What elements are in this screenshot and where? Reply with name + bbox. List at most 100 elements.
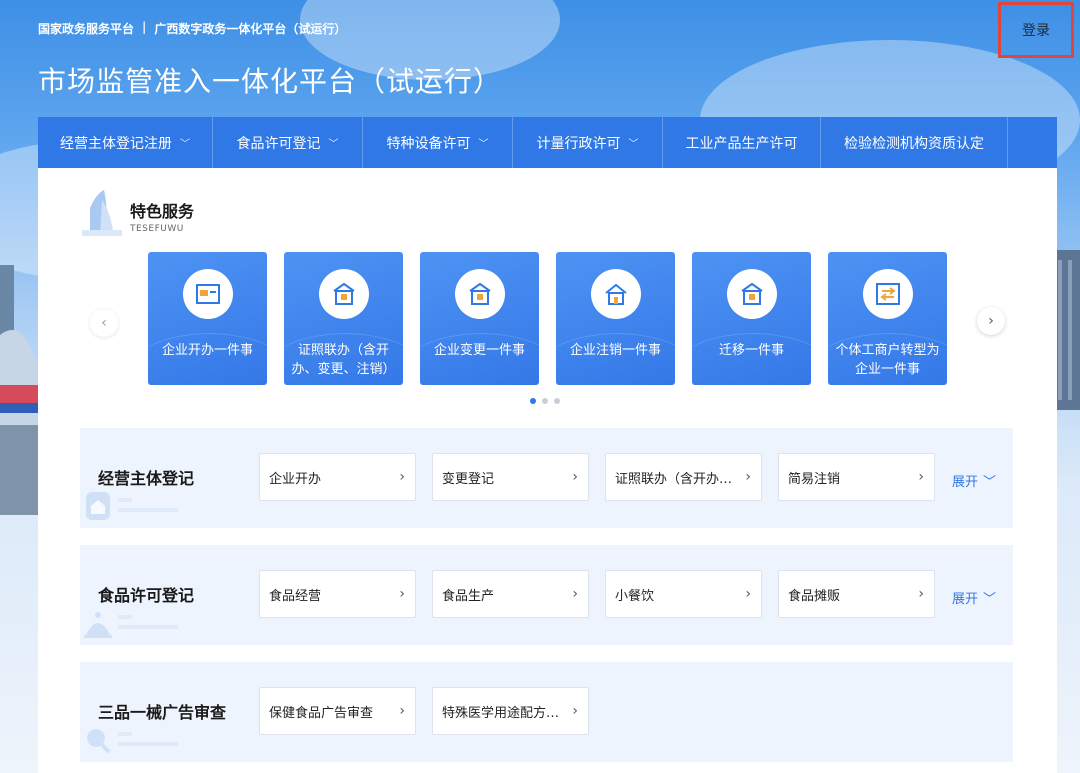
nav-item-label: 经营主体登记注册 [60, 135, 172, 152]
page-title: 市场监管准入一体化平台（试运行） [38, 65, 503, 98]
nav-item-entity-registration[interactable]: 经营主体登记注册 ﹀ [38, 117, 213, 168]
chevron-right-icon: › [399, 586, 405, 602]
item-label: 食品经营 [269, 588, 322, 604]
building-icon [468, 282, 491, 305]
carousel-dot[interactable] [554, 398, 560, 404]
house-icon [86, 492, 178, 520]
category-row-entity-registration: 经营主体登记 企业开办› 变更登记› 证照联办（含开办、变更、注销）› 简易注销… [80, 428, 1013, 528]
expand-label: 展开 [952, 475, 979, 490]
top-links: 国家政务服务平台 | 广西数字政务一体化平台（试运行） [38, 20, 346, 37]
chevron-down-icon: ﹀ [628, 139, 639, 150]
item-label: 食品生产 [442, 588, 495, 604]
featured-cards: 企业开办一件事 证照联办（含开办、变更、注销） 企业变更一件事 企业注销一件事 … [148, 252, 947, 385]
chevron-left-icon: ‹ [101, 315, 107, 331]
nav-item-label: 特种设备许可 [386, 135, 471, 152]
category-title: 三品一械广告审查 [98, 703, 227, 722]
nav-item-inspection-qualification[interactable]: 检验检测机构资质认定 [821, 117, 1008, 168]
expand-button[interactable]: 展开 ﹀ [952, 471, 996, 490]
category-item[interactable]: 证照联办（含开办、变更、注销）› [605, 453, 762, 501]
nav-item-label: 食品许可登记 [236, 135, 321, 152]
category-item[interactable]: 企业开办 › [259, 453, 416, 501]
card-label: 企业变更一件事 [433, 343, 525, 358]
featured-card[interactable]: 企业注销一件事 [556, 252, 675, 385]
category-item[interactable]: 特殊医学用途配方食品广告审查› [432, 687, 589, 735]
category-row-food-license: 食品许可登记 食品经营 › 食品生产 › 小餐饮 › 食品摊贩 › 展开 ﹀ [80, 545, 1013, 645]
category-row-ad-review: 三品一械广告审查 保健食品广告审查› 特殊医学用途配方食品广告审查› [80, 662, 1013, 762]
chevron-right-icon: › [988, 313, 994, 329]
carousel-next-button[interactable]: › [977, 307, 1005, 335]
chevron-down-icon: ﹀ [983, 475, 997, 490]
chevron-down-icon: ﹀ [983, 592, 997, 607]
nav-item-food-license[interactable]: 食品许可登记 ﹀ [213, 117, 363, 168]
featured-section-header: 特色服务 TESEFUWU [82, 186, 194, 236]
chevron-right-icon: › [745, 469, 751, 485]
category-item[interactable]: 保健食品广告审查 › [259, 687, 416, 735]
featured-card[interactable]: 证照联办（含开办、变更、注销） [284, 252, 403, 385]
transfer-icon [875, 283, 900, 305]
carousel-pagination [530, 398, 560, 404]
chevron-right-icon: › [918, 586, 924, 602]
register-icon [195, 284, 220, 304]
nav-item-metrology[interactable]: 计量行政许可 ﹀ [513, 117, 663, 168]
category-item[interactable]: 食品经营 › [259, 570, 416, 618]
featured-subtitle: TESEFUWU [130, 224, 184, 234]
food-cover-icon [84, 612, 178, 638]
nav-item-special-equipment[interactable]: 特种设备许可 ﹀ [363, 117, 513, 168]
national-platform-link[interactable]: 国家政务服务平台 [38, 20, 134, 37]
featured-card[interactable]: 个体工商户转型为企业一件事 [828, 252, 947, 385]
nav-item-label: 检验检测机构资质认定 [844, 135, 984, 152]
card-label: 个体工商户转型为企业一件事 [835, 343, 940, 377]
guangxi-platform-link[interactable]: 广西数字政务一体化平台（试运行） [154, 20, 346, 37]
card-label: 证照联办（含开办、变更、注销） [291, 343, 396, 377]
expand-label: 展开 [952, 592, 979, 607]
featured-card[interactable]: 企业开办一件事 [148, 252, 267, 385]
chevron-right-icon: › [918, 469, 924, 485]
magnifier-icon [87, 729, 178, 754]
city-skyline-left [0, 265, 40, 515]
category-title: 经营主体登记 [98, 469, 195, 488]
chevron-right-icon: › [572, 703, 578, 719]
category-title: 食品许可登记 [98, 586, 195, 605]
chevron-right-icon: › [572, 469, 578, 485]
main-panel: 特色服务 TESEFUWU ‹ › 企业开办一件事 证照联办（含开办、变更、注销… [38, 168, 1057, 773]
nav-item-label: 计量行政许可 [536, 135, 621, 152]
featured-card[interactable]: 企业变更一件事 [420, 252, 539, 385]
link-separator: | [142, 20, 147, 34]
category-item[interactable]: 食品摊贩 › [778, 570, 935, 618]
featured-title: 特色服务 [130, 202, 195, 221]
item-label: 证照联办（含开办、变更、注销） [615, 471, 741, 487]
login-button[interactable]: 登录 [998, 2, 1074, 58]
main-nav: 经营主体登记注册 ﹀ 食品许可登记 ﹀ 特种设备许可 ﹀ 计量行政许可 ﹀ 工业产品生产… [38, 117, 1057, 168]
featured-card[interactable]: 迁移一件事 [692, 252, 811, 385]
chevron-right-icon: › [572, 586, 578, 602]
item-label: 特殊医学用途配方食品广告审查 [442, 705, 568, 721]
category-item[interactable]: 变更登记 › [432, 453, 589, 501]
item-label: 小餐饮 [615, 588, 655, 604]
nav-item-label: 工业产品生产许可 [685, 135, 798, 152]
chevron-right-icon: › [745, 586, 751, 602]
house-icon [604, 283, 627, 305]
chevron-down-icon: ﹀ [478, 139, 489, 150]
card-label: 企业开办一件事 [161, 343, 253, 358]
chevron-down-icon: ﹀ [328, 139, 339, 150]
category-item[interactable]: 小餐饮 › [605, 570, 762, 618]
item-label: 企业开办 [269, 471, 322, 487]
carousel-prev-button[interactable]: ‹ [90, 309, 118, 337]
card-label: 迁移一件事 [718, 343, 784, 358]
chevron-right-icon: › [399, 703, 405, 719]
nav-item-industrial-products[interactable]: 工业产品生产许可 [663, 117, 821, 168]
building-icon [740, 282, 763, 305]
category-item[interactable]: 简易注销 › [778, 453, 935, 501]
item-label: 简易注销 [788, 471, 841, 487]
building-icon [332, 282, 355, 305]
expand-button[interactable]: 展开 ﹀ [952, 588, 996, 607]
item-label: 保健食品广告审查 [269, 705, 374, 721]
carousel-dot[interactable] [542, 398, 548, 404]
building-logo-icon [82, 190, 122, 236]
chevron-right-icon: › [399, 469, 405, 485]
category-item[interactable]: 食品生产 › [432, 570, 589, 618]
item-label: 变更登记 [442, 471, 495, 487]
item-label: 食品摊贩 [788, 588, 841, 604]
card-label: 企业注销一件事 [569, 343, 661, 358]
carousel-dot[interactable] [530, 398, 536, 404]
